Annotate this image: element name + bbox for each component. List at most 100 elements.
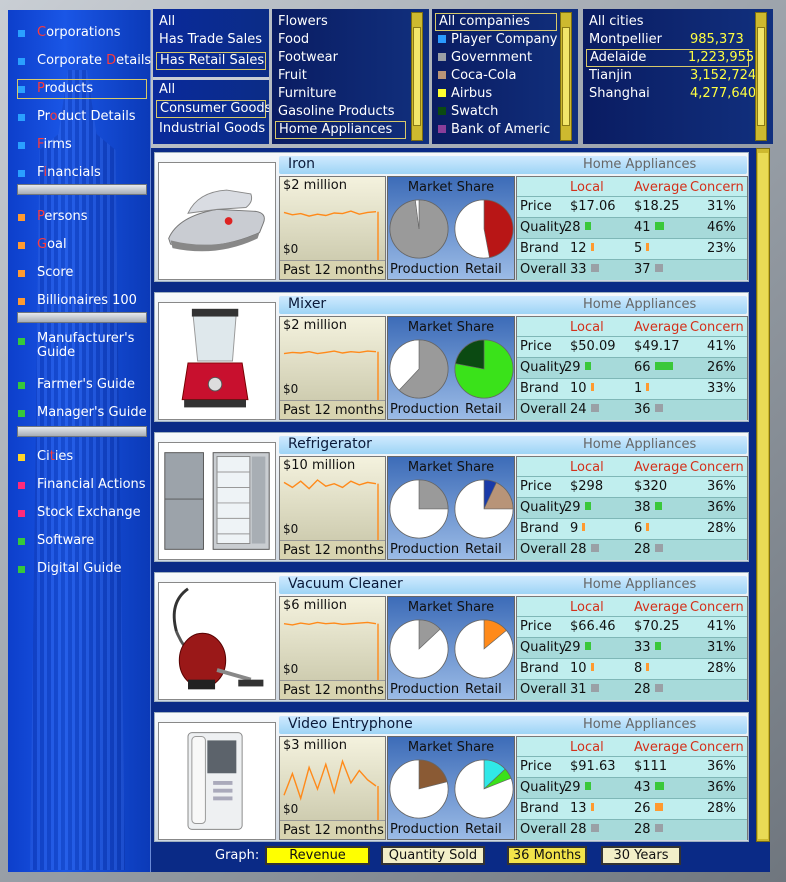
nav-managers-guide[interactable]: Manager's Guide <box>18 403 147 423</box>
graph-period-label: Past 12 months <box>280 260 385 279</box>
price-local-value: $298 <box>570 479 604 494</box>
brand-average: 6 <box>634 521 650 536</box>
companies-option[interactable]: All companies <box>435 13 557 31</box>
quality-local-value: 29 <box>564 500 581 515</box>
quality-local: 29 <box>564 640 591 655</box>
cities-option[interactable]: Montpellier 985,373 <box>589 31 744 49</box>
nav-cities[interactable]: Cities <box>18 447 73 467</box>
nav-financials[interactable]: Financials <box>18 163 101 183</box>
nav-persons[interactable]: Persons <box>18 207 87 227</box>
product-card[interactable]: Video Entryphone Home Appliances $3 millio… <box>154 712 749 842</box>
company-scrollbar[interactable] <box>560 12 572 141</box>
product-name[interactable]: Iron <box>288 156 315 172</box>
product-name[interactable]: Refrigerator <box>288 436 372 452</box>
sidebar: Corporations Corporate Details Products Pro… <box>8 10 151 872</box>
cities-option[interactable]: Adelaide 1,223,955 <box>586 49 754 67</box>
nav-product-details[interactable]: Product Details <box>18 107 136 127</box>
goods-option[interactable]: Industrial Goods <box>159 120 265 138</box>
nav-score[interactable]: Score <box>18 263 73 283</box>
sales-option[interactable]: Has Retail Sales <box>156 52 266 70</box>
companies-option[interactable]: Bank of Americ <box>438 121 550 139</box>
brand-local: 10 <box>570 381 594 396</box>
quantity-sold-button[interactable]: Quantity Sold <box>381 846 485 865</box>
categories-option[interactable]: Footwear <box>278 49 338 67</box>
nav-firms[interactable]: Firms <box>18 135 72 155</box>
graph-period-label: Past 12 months <box>280 400 385 419</box>
nav-manufacturers-guide[interactable]: Manufacturer's Guide <box>18 332 134 362</box>
category-scrollbar[interactable] <box>411 12 423 141</box>
categories-option[interactable]: Flowers <box>278 13 328 31</box>
companies-option[interactable]: Government <box>438 49 532 67</box>
quality-local-value: 29 <box>564 640 581 655</box>
companies-option[interactable]: Swatch <box>438 103 498 121</box>
categories-option[interactable]: Fruit <box>278 67 307 85</box>
brand-local-bar <box>590 243 594 251</box>
categories-option[interactable]: Gasoline Products <box>278 103 395 121</box>
sales-option[interactable]: All <box>159 13 175 31</box>
stats-header-average: Average <box>634 320 688 335</box>
stats-row-label: Price <box>520 199 552 214</box>
product-card[interactable]: Vacuum Cleaner Home Appliances $6 million $… <box>154 572 749 702</box>
companies-option[interactable]: Player Company <box>438 31 557 49</box>
stats-row-price: Price $298 $320 36% <box>517 476 747 497</box>
company-label: Government <box>451 50 533 65</box>
companies-option[interactable]: Coca-Cola <box>438 67 516 85</box>
categories-option[interactable]: Furniture <box>278 85 336 103</box>
categories-option[interactable]: Home Appliances <box>275 121 406 139</box>
company-color-swatch <box>438 89 446 97</box>
company-color-swatch <box>438 35 446 43</box>
nav-financial-actions[interactable]: Financial Actions <box>18 475 146 495</box>
nav-label: Financial Actions <box>37 477 146 492</box>
overall-average: 36 <box>634 402 663 417</box>
goods-option[interactable]: All <box>159 81 175 99</box>
city-scrollbar[interactable] <box>755 12 767 141</box>
nav-goal[interactable]: Goal <box>18 235 67 255</box>
cities-option[interactable]: Tianjin 3,152,724 <box>589 67 756 85</box>
city-population: 4,277,640 <box>690 86 757 101</box>
stats-header-concern: Concern <box>690 460 744 475</box>
nav-billionaires[interactable]: Billionaires 100 <box>18 291 137 311</box>
36-months-button[interactable]: 36 Months <box>507 846 587 865</box>
product-list: Iron Home Appliances $2 million $0 Past 12 m… <box>151 148 756 842</box>
nav-products[interactable]: Products <box>17 79 147 99</box>
product-card[interactable]: Mixer Home Appliances $2 million $0 Past 12 … <box>154 292 749 422</box>
stats-row-brand: Brand 10 1 33% <box>517 378 747 399</box>
product-name[interactable]: Video Entryphone <box>288 716 413 732</box>
nav-digital-guide[interactable]: Digital Guide <box>18 559 121 579</box>
product-card[interactable]: Iron Home Appliances $2 million $0 Past 12 m… <box>154 152 749 282</box>
brand-average-value: 5 <box>634 241 643 256</box>
nav-label: Products <box>37 81 94 96</box>
nav-corporate-details[interactable]: Corporate Details <box>18 51 151 71</box>
overall-average: 28 <box>634 822 663 837</box>
product-list-scrollbar[interactable] <box>756 148 770 842</box>
product-name[interactable]: Mixer <box>288 296 326 312</box>
product-name[interactable]: Vacuum Cleaner <box>288 576 403 592</box>
nav-label: Manager's Guide <box>37 405 147 420</box>
goods-option[interactable]: Consumer Goods <box>156 100 269 118</box>
city-name: Montpellier <box>589 32 662 47</box>
brand-average: 1 <box>634 381 650 396</box>
nav-bullet-icon <box>18 409 25 417</box>
cities-option[interactable]: Shanghai 4,277,640 <box>589 85 756 103</box>
stats-row-brand: Brand 10 8 28% <box>517 658 747 679</box>
companies-option[interactable]: Airbus <box>438 85 492 103</box>
category-filter-panel: Flowers Food Footwear Fruit Furniture Gasolin… <box>272 9 429 144</box>
categories-option[interactable]: Food <box>278 31 309 49</box>
stats-row-brand: Brand 12 5 23% <box>517 238 747 259</box>
30-years-button[interactable]: 30 Years <box>601 846 681 865</box>
quality-local-bar <box>584 362 591 370</box>
sales-option[interactable]: Has Trade Sales <box>159 31 262 49</box>
nav-corporations[interactable]: Corporations <box>18 23 121 43</box>
production-label: Production <box>390 402 460 417</box>
production-label: Production <box>390 542 460 557</box>
revenue-button[interactable]: Revenue <box>265 846 370 865</box>
nav-bullet-icon <box>18 297 25 305</box>
price-concern: 36% <box>707 759 736 774</box>
revenue-line-chart <box>283 479 379 541</box>
product-card[interactable]: Refrigerator Home Appliances $10 million $0… <box>154 432 749 562</box>
quality-concern: 31% <box>707 640 736 655</box>
nav-farmers-guide[interactable]: Farmer's Guide <box>18 375 135 395</box>
nav-stock-exchange[interactable]: Stock Exchange <box>18 503 141 523</box>
nav-software[interactable]: Software <box>18 531 94 551</box>
cities-option[interactable]: All cities <box>589 13 644 31</box>
